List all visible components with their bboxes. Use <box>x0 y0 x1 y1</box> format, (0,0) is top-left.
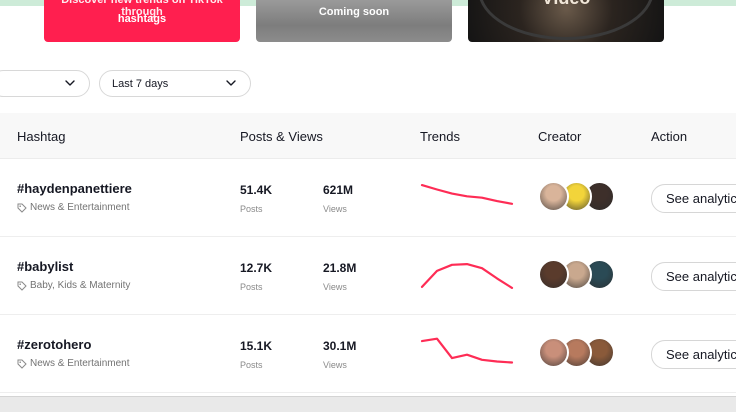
trend-sparkline <box>420 337 514 364</box>
posts-count: 15.1K <box>240 339 273 353</box>
views-label: Views <box>323 360 347 370</box>
trend-sparkline <box>420 263 514 290</box>
hashtag-name[interactable]: #babylist <box>17 259 73 274</box>
trend-sparkline <box>420 184 514 205</box>
period-value: Last 7 days <box>112 78 169 90</box>
tag-icon <box>17 359 27 369</box>
creator-avatars[interactable] <box>538 259 618 293</box>
trend-line <box>420 337 514 364</box>
creator-avatar[interactable] <box>538 259 569 290</box>
chevron-down-icon <box>226 80 236 86</box>
posts-count: 51.4K <box>240 183 273 197</box>
see-analytics-button[interactable]: See analytics <box>651 340 736 369</box>
posts-label: Posts <box>240 204 263 214</box>
trend-line <box>420 263 514 290</box>
views-label: Views <box>323 204 347 214</box>
column-trends: Trends <box>420 129 460 144</box>
table-row: #babylist Baby, Kids & Maternity 12.7K Post… <box>0 237 736 315</box>
see-analytics-button[interactable]: See analytics <box>651 184 736 213</box>
trend-card-video[interactable]: Video <box>468 0 664 42</box>
horizontal-scrollbar[interactable] <box>0 396 736 412</box>
views-label: Views <box>323 282 347 292</box>
creator-avatar[interactable] <box>538 337 569 368</box>
tag-icon <box>17 203 27 213</box>
posts-label: Posts <box>240 282 263 292</box>
category-label: News & Entertainment <box>30 358 130 369</box>
column-posts-views: Posts & Views <box>240 129 323 144</box>
posts-label: Posts <box>240 360 263 370</box>
views-count: 30.1M <box>323 339 357 353</box>
posts-count: 12.7K <box>240 261 273 275</box>
period-dropdown[interactable]: Last 7 days <box>99 70 251 97</box>
table-row: #zerotohero News & Entertainment 15.1K Post… <box>0 315 736 393</box>
creator-avatars[interactable] <box>538 337 618 371</box>
hashtag-category: News & Entertainment <box>17 202 130 213</box>
trend-card-coming-soon: Coming soon <box>256 0 452 42</box>
filter-dropdown[interactable] <box>0 70 90 97</box>
hashtag-category: News & Entertainment <box>17 358 130 369</box>
see-analytics-button[interactable]: See analytics <box>651 262 736 291</box>
trend-line <box>420 184 514 205</box>
chevron-down-icon <box>65 80 75 86</box>
trend-card-hashtags[interactable]: Discover new trends on TikTok through ha… <box>44 0 240 42</box>
creator-avatar[interactable] <box>538 181 569 212</box>
table-row: #haydenpanettiere News & Entertainment 51.… <box>0 159 736 237</box>
column-creator: Creator <box>538 129 582 144</box>
category-label: Baby, Kids & Maternity <box>30 280 131 291</box>
tag-icon <box>17 281 27 291</box>
column-hashtag: Hashtag <box>17 129 66 144</box>
hashtag-name[interactable]: #haydenpanettiere <box>17 181 132 196</box>
category-label: News & Entertainment <box>30 202 130 213</box>
views-count: 21.8M <box>323 261 357 275</box>
column-action: Action <box>651 129 688 144</box>
creator-avatars[interactable] <box>538 181 618 215</box>
hashtag-category: Baby, Kids & Maternity <box>17 280 130 291</box>
views-count: 621M <box>323 183 354 197</box>
coming-soon-label: Coming soon <box>318 6 390 18</box>
video-label: Video <box>468 0 664 9</box>
card-text: hashtags <box>117 13 167 25</box>
hashtag-name[interactable]: #zerotohero <box>17 337 91 352</box>
table-header: Hashtag Posts & Views Trends Creator Act… <box>0 113 736 159</box>
